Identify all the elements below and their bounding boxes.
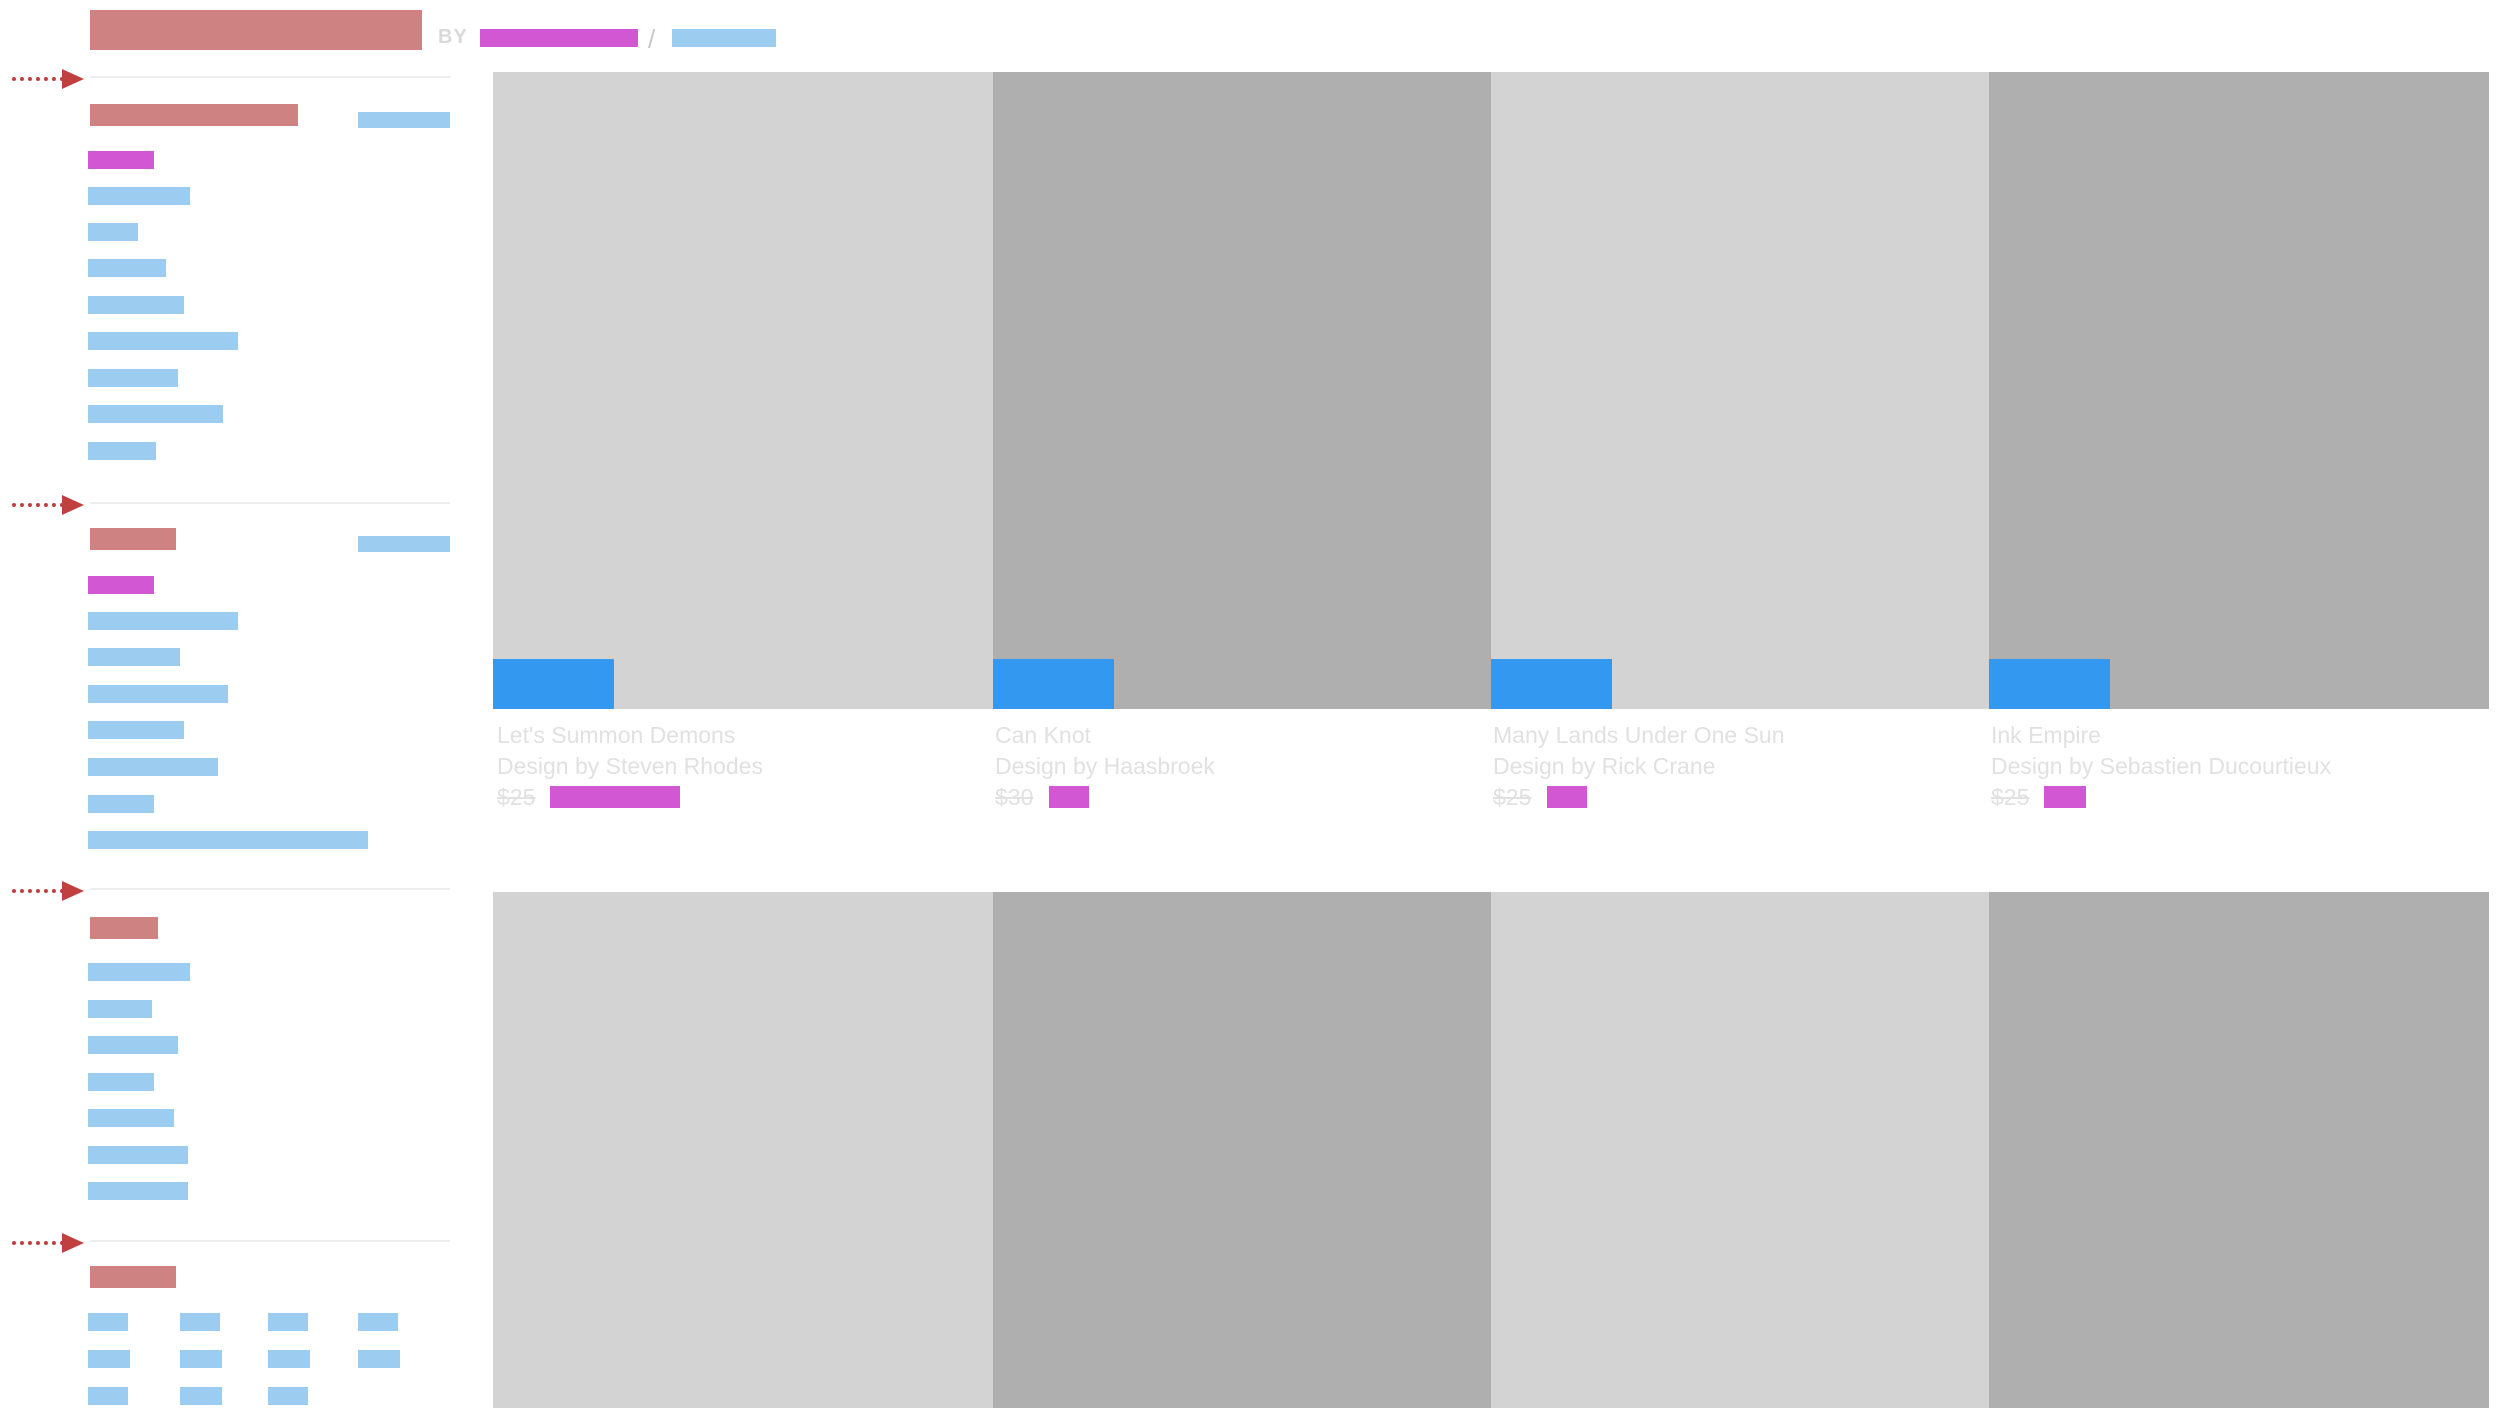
price-heading (90, 1266, 176, 1288)
size-option[interactable] (88, 1073, 154, 1091)
price-option[interactable] (180, 1313, 220, 1331)
price-option[interactable] (358, 1350, 400, 1368)
style-option[interactable] (88, 721, 184, 739)
price-option[interactable] (268, 1313, 308, 1331)
product-name[interactable]: Can Knot (995, 722, 1091, 749)
sidebar-divider (90, 1240, 450, 1242)
breadcrumb-separator: / (648, 24, 656, 54)
sidebar-divider (90, 888, 450, 890)
annotation-arrow-head (62, 1233, 84, 1253)
product-image[interactable] (493, 892, 993, 1408)
product-sale-price (2044, 786, 2086, 808)
department-clear-link[interactable] (358, 112, 450, 128)
department-option[interactable] (88, 405, 223, 423)
style-option[interactable] (88, 612, 238, 630)
style-heading (90, 528, 176, 550)
annotation-arrow (12, 77, 64, 81)
product-image[interactable] (1989, 892, 2489, 1408)
product-name[interactable]: Many Lands Under One Sun (1493, 722, 1785, 749)
product-sale-price (1049, 786, 1089, 808)
page-title (90, 10, 422, 50)
product-image[interactable] (1491, 892, 1989, 1408)
size-option[interactable] (88, 963, 190, 981)
product-original-price: $25 (1493, 784, 1532, 810)
annotation-arrow (12, 889, 64, 893)
product-badge (1491, 659, 1612, 709)
price-option[interactable] (180, 1387, 222, 1405)
department-option[interactable] (88, 442, 156, 460)
price-option[interactable] (268, 1350, 310, 1368)
by-label: BY (438, 26, 468, 48)
product-image[interactable] (993, 72, 1491, 709)
style-clear-link[interactable] (358, 536, 450, 552)
price-option[interactable] (88, 1313, 128, 1331)
product-badge (1989, 659, 2110, 709)
product-image[interactable] (1491, 72, 1989, 709)
product-sale-price (550, 786, 680, 808)
product-designer: Design by Sebastien Ducourtieux (1991, 753, 2332, 779)
department-option-selected[interactable] (88, 151, 154, 169)
department-option[interactable] (88, 259, 166, 277)
style-option[interactable] (88, 685, 228, 703)
department-option[interactable] (88, 223, 138, 241)
annotation-arrow-head (62, 881, 84, 901)
annotation-arrow (12, 1241, 64, 1245)
product-designer: Design by Steven Rhodes (497, 753, 763, 779)
style-option[interactable] (88, 795, 154, 813)
department-option[interactable] (88, 332, 238, 350)
annotation-arrow-head (62, 69, 84, 89)
breadcrumb-subcategory-link[interactable] (672, 29, 776, 47)
style-option[interactable] (88, 648, 180, 666)
price-option[interactable] (180, 1350, 222, 1368)
size-option[interactable] (88, 1109, 174, 1127)
product-original-price: $25 (1991, 784, 2030, 810)
product-badge (493, 659, 614, 709)
size-option[interactable] (88, 1000, 152, 1018)
style-option[interactable] (88, 758, 218, 776)
department-option[interactable] (88, 296, 184, 314)
product-badge (993, 659, 1114, 709)
price-option[interactable] (88, 1350, 130, 1368)
product-image[interactable] (993, 892, 1491, 1408)
style-option-selected[interactable] (88, 576, 154, 594)
department-option[interactable] (88, 369, 178, 387)
price-option[interactable] (358, 1313, 398, 1331)
department-option[interactable] (88, 187, 190, 205)
size-option[interactable] (88, 1146, 188, 1164)
size-heading (90, 917, 158, 939)
product-name[interactable]: Let's Summon Demons (497, 722, 735, 749)
sidebar-divider (90, 502, 450, 504)
product-original-price: $25 (497, 784, 536, 810)
size-option[interactable] (88, 1036, 178, 1054)
product-image[interactable] (1989, 72, 2489, 709)
breadcrumb-category-link[interactable] (480, 29, 638, 47)
annotation-arrow (12, 503, 64, 507)
department-heading (90, 104, 298, 126)
price-option[interactable] (268, 1387, 308, 1405)
product-sale-price (1547, 786, 1587, 808)
product-designer: Design by Rick Crane (1493, 753, 1716, 779)
product-original-price: $30 (995, 784, 1034, 810)
annotation-arrow-head (62, 495, 84, 515)
product-designer: Design by Haasbroek (995, 753, 1215, 779)
sidebar-divider (90, 76, 450, 78)
size-option[interactable] (88, 1182, 188, 1200)
product-image[interactable] (493, 72, 993, 709)
price-option[interactable] (88, 1387, 128, 1405)
style-option[interactable] (88, 831, 368, 849)
product-name[interactable]: Ink Empire (1991, 722, 2101, 749)
